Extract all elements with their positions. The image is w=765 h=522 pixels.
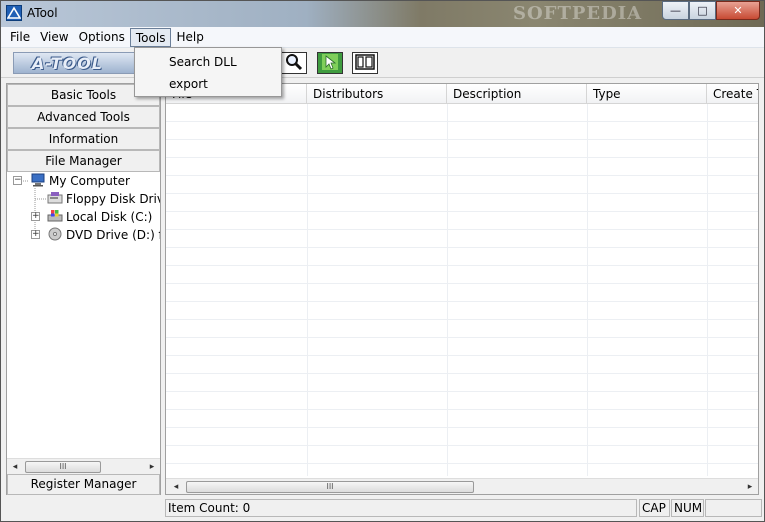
menu-options[interactable]: Options — [74, 28, 130, 47]
column-header-create-time[interactable]: Create Ti — [707, 84, 758, 104]
tree-label: Local Disk (C:) — [66, 210, 153, 224]
scroll-thumb[interactable]: III — [25, 461, 101, 473]
menu-bar: File View Options Tools Help — [1, 27, 764, 48]
collapse-icon[interactable]: − — [13, 176, 22, 185]
watermark-logo: SOFTPEDIA — [513, 3, 643, 24]
window-title: ATool — [27, 6, 58, 20]
tools-dropdown-menu: Search DLL export — [134, 47, 282, 97]
minimize-button[interactable]: — — [662, 1, 689, 20]
list-grid — [166, 104, 758, 476]
refresh-tool-button[interactable] — [317, 52, 343, 74]
close-button[interactable]: ✕ — [716, 1, 760, 20]
atool-window: ATool SOFTPEDIA — □ ✕ File View Options … — [0, 0, 765, 522]
scroll-left-arrow-icon[interactable]: ◂ — [7, 459, 23, 475]
tree-label: My Computer — [49, 174, 130, 188]
scroll-right-arrow-icon[interactable]: ▸ — [742, 479, 758, 494]
app-icon — [6, 5, 22, 21]
nav-file-manager[interactable]: File Manager — [7, 150, 160, 172]
floppy-drive-icon — [47, 191, 63, 210]
column-header-type[interactable]: Type — [587, 84, 707, 104]
num-lock-indicator: NUM — [671, 499, 704, 517]
toolbar: A-TOOL — [1, 48, 764, 78]
grid-divider — [707, 104, 708, 476]
tree-horizontal-scrollbar[interactable]: ◂ III ▸ — [7, 458, 160, 475]
caps-lock-indicator: CAP — [639, 499, 670, 517]
menu-view[interactable]: View — [35, 28, 73, 47]
magnifier-icon — [285, 53, 303, 74]
expand-icon[interactable]: + — [31, 230, 40, 239]
expand-icon[interactable]: + — [31, 212, 40, 221]
file-list-view: File Distributors Description Type Creat… — [165, 83, 759, 495]
panel-toggle-button[interactable] — [352, 52, 378, 74]
menu-item-search-dll[interactable]: Search DLL — [135, 51, 281, 73]
tree-label: DVD Drive (D:) fin — [66, 228, 160, 242]
maximize-button[interactable]: □ — [689, 1, 716, 20]
column-header-description[interactable]: Description — [447, 84, 587, 104]
scroll-thumb[interactable]: III — [186, 481, 474, 493]
column-header-distributors[interactable]: Distributors — [307, 84, 447, 104]
menu-item-export[interactable]: export — [135, 73, 281, 95]
green-cursor-icon — [321, 53, 339, 74]
scroll-left-arrow-icon[interactable]: ◂ — [168, 479, 184, 494]
scroll-right-arrow-icon[interactable]: ▸ — [144, 459, 160, 475]
menu-tools[interactable]: Tools — [129, 27, 172, 47]
item-count-label: Item Count: 0 — [165, 499, 637, 517]
logo-text: A-TOOL — [32, 54, 103, 73]
nav-information[interactable]: Information — [7, 128, 160, 150]
dvd-disc-icon — [47, 227, 63, 246]
atool-logo: A-TOOL — [13, 52, 143, 74]
tree-label: Floppy Disk Drive — [66, 192, 160, 206]
split-view-icon — [355, 53, 375, 73]
menu-help[interactable]: Help — [171, 28, 208, 47]
file-tree: − My Computer Floppy Disk Drive + Local … — [7, 172, 160, 460]
grid-divider — [587, 104, 588, 476]
nav-advanced-tools[interactable]: Advanced Tools — [7, 106, 160, 128]
grid-divider — [307, 104, 308, 476]
search-tool-button[interactable] — [281, 52, 307, 74]
register-manager-button[interactable]: Register Manager — [7, 474, 160, 495]
status-empty-cell — [705, 499, 762, 517]
left-panel: Basic Tools Advanced Tools Information F… — [6, 83, 161, 495]
list-horizontal-scrollbar[interactable]: ◂ III ▸ — [166, 478, 758, 494]
hard-disk-icon — [47, 209, 63, 228]
menu-file[interactable]: File — [5, 28, 35, 47]
computer-icon — [30, 173, 46, 192]
grid-divider — [447, 104, 448, 476]
status-bar: Item Count: 0 CAP NUM — [1, 497, 764, 521]
title-bar: ATool SOFTPEDIA — □ ✕ — [1, 1, 764, 27]
